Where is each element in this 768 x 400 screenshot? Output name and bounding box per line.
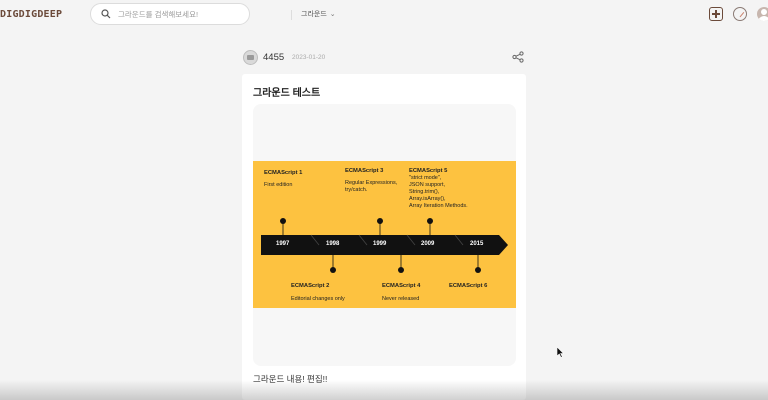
bottom-shadow (0, 380, 768, 400)
timeline-year: 1998 (326, 241, 340, 247)
event-desc: First edition (264, 182, 293, 188)
search-scope-label: 그라운드 (301, 11, 327, 18)
event-title: ECMAScript 3 (345, 168, 384, 174)
site-logo[interactable]: DIGDIGDEEP (0, 9, 62, 20)
event-title: ECMAScript 4 (382, 283, 421, 289)
mouse-cursor-icon (557, 347, 565, 358)
ecmascript-timeline-image: 1997 1998 1999 2009 2015 ECMAScript 1 Fi… (253, 161, 516, 308)
timeline-pin (427, 218, 433, 224)
event-desc: Array Iteration Methods. (409, 203, 468, 209)
avatar[interactable] (243, 50, 258, 65)
search-divider (291, 10, 292, 20)
search-scope-select[interactable]: 그라운드 ⌄ (301, 9, 336, 19)
timeline-pin (398, 267, 404, 273)
search-bar[interactable]: 그라운드를 검색해보세요! 그라운드 ⌄ (90, 3, 336, 25)
post-meta: 4455 2023-01-20 (243, 49, 526, 67)
top-bar: DIGDIGDEEP 그라운드를 검색해보세요! 그라운드 ⌄ (0, 0, 768, 28)
timeline-year: 2015 (470, 241, 484, 247)
search-icon (101, 9, 111, 19)
post-card: 그라운드 테스트 1997 1998 1999 2009 2015 ECMASc… (242, 74, 526, 400)
post-title: 그라운드 테스트 (253, 88, 321, 99)
timeline-year: 2009 (421, 241, 435, 247)
event-desc: Never released (382, 296, 420, 302)
share-icon[interactable] (512, 51, 524, 63)
post-image-container: 1997 1998 1999 2009 2015 ECMAScript 1 Fi… (253, 104, 516, 366)
profile-button[interactable] (757, 7, 768, 21)
event-desc: try/catch. (345, 187, 368, 193)
timeline-pin (377, 218, 383, 224)
explore-button[interactable] (733, 7, 747, 21)
timeline-year: 1999 (373, 241, 387, 247)
timeline-segment (261, 235, 319, 255)
timeline-year: 1997 (276, 241, 290, 247)
event-title: ECMAScript 6 (449, 283, 488, 289)
author-name[interactable]: 4455 (263, 52, 284, 63)
event-title: ECMAScript 1 (264, 170, 303, 176)
event-desc: Editorial changes only (291, 296, 345, 302)
chevron-down-icon: ⌄ (329, 11, 336, 18)
event-title: ECMAScript 2 (291, 283, 330, 289)
timeline-pin (330, 267, 336, 273)
timeline-pin (475, 267, 481, 273)
event-title: ECMAScript 5 (409, 168, 448, 174)
create-post-button[interactable] (709, 7, 723, 21)
post-date: 2023-01-20 (292, 54, 326, 61)
timeline-pin (280, 218, 286, 224)
search-input[interactable]: 그라운드를 검색해보세요! (118, 9, 198, 20)
